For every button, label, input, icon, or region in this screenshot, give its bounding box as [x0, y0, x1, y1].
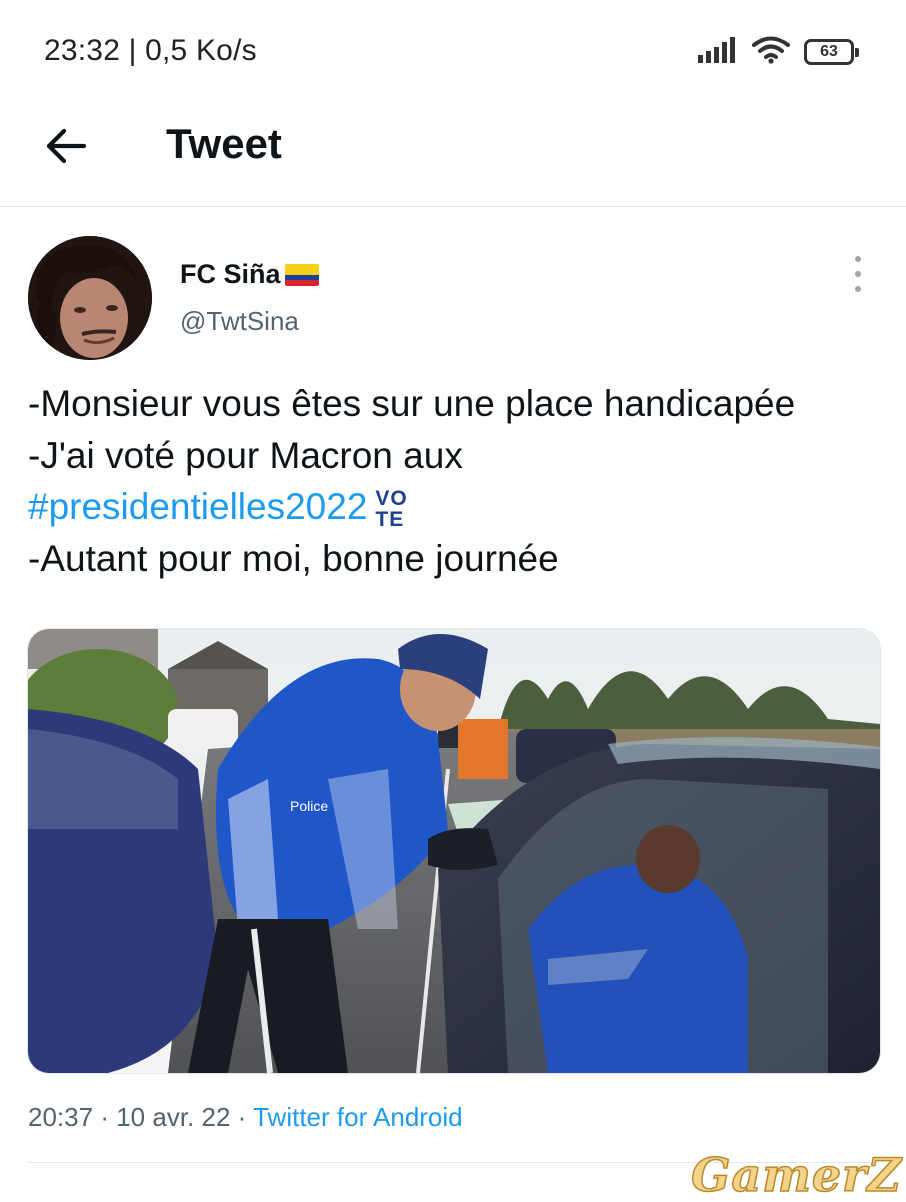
battery-level: 63: [820, 43, 838, 60]
arrow-left-icon: [44, 128, 88, 169]
status-bar: 23:32 | 0,5 Ko/s 63: [0, 0, 906, 100]
more-options-button[interactable]: [846, 256, 870, 292]
colombia-flag-icon: [284, 263, 319, 286]
hashtag-link[interactable]: #presidentielles2022: [28, 486, 367, 527]
tweet-line: -J'ai voté pour Macron aux: [28, 434, 463, 476]
top-app-bar: Tweet: [0, 100, 906, 207]
tweet-source-link[interactable]: Twitter for Android: [253, 1102, 463, 1132]
avatar[interactable]: [28, 236, 152, 360]
wifi-icon: [752, 36, 790, 69]
status-time: 23:32 | 0,5 Ko/s: [44, 34, 257, 67]
vote-emoji-icon: VO TE: [375, 487, 408, 532]
more-vertical-icon: [855, 256, 861, 262]
tweet-text: -Monsieur vous êtes sur une place handic…: [28, 378, 888, 584]
author-handle[interactable]: @TwtSina: [180, 306, 299, 337]
tweet-line: -Autant pour moi, bonne journée: [28, 537, 559, 579]
battery-icon: 63: [804, 39, 859, 65]
police-badge-text: Police: [290, 798, 328, 814]
watermark-logo: GamerZ: [690, 1147, 902, 1202]
tweet-time: 20:37: [28, 1102, 94, 1132]
tweet-line: #presidentielles2022 VO TE: [28, 481, 888, 533]
meta-separator: ·: [237, 1102, 247, 1132]
page-title: Tweet: [166, 120, 282, 167]
status-icons: 63: [698, 36, 859, 69]
display-name-text: FC Siña: [180, 259, 281, 289]
meta-separator: ·: [100, 1102, 109, 1132]
tweet-photo[interactable]: Police: [27, 628, 881, 1074]
signal-icon: [698, 36, 738, 68]
back-button[interactable]: [40, 122, 92, 174]
tweet-meta: 20:37 · 10 avr. 22 · Twitter for Android: [28, 1102, 463, 1133]
tweet-line: -Monsieur vous êtes sur une place handic…: [28, 383, 796, 424]
tweet-date: 10 avr. 22: [116, 1102, 231, 1132]
author-name[interactable]: FC Siña: [180, 259, 319, 290]
